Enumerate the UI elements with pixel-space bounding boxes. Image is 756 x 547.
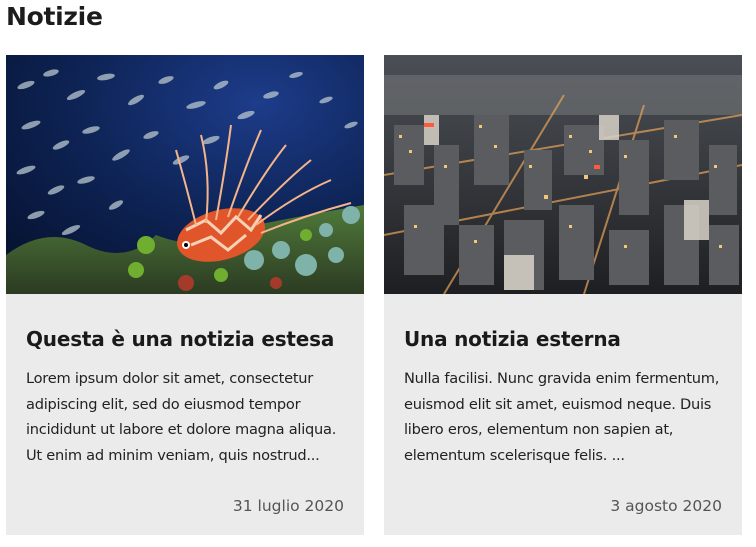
card-title[interactable]: Questa è una notizia estesa: [26, 324, 344, 354]
card-image-lionfish[interactable]: [6, 55, 364, 294]
card-excerpt: Lorem ipsum dolor sit amet, consectetur …: [26, 370, 337, 464]
card-date: 3 agosto 2020: [610, 497, 722, 515]
section-title: Notizie: [6, 2, 103, 31]
aerial-city-night-image: [384, 55, 742, 294]
card-body: Una notizia esterna Nulla facilisi. Nunc…: [384, 294, 742, 535]
news-section: Notizie Questa è una notizia estesa Lore…: [0, 0, 756, 547]
card-date: 31 luglio 2020: [232, 497, 344, 515]
news-card-1[interactable]: Questa è una notizia estesa Lorem ipsum …: [6, 55, 364, 535]
news-card-2[interactable]: Una notizia esterna Nulla facilisi. Nunc…: [384, 55, 742, 535]
card-image-city[interactable]: [384, 55, 742, 294]
lionfish-reef-image: [6, 55, 364, 294]
card-excerpt: Nulla facilisi. Nunc gravida enim fermen…: [404, 370, 720, 464]
card-body: Questa è una notizia estesa Lorem ipsum …: [6, 294, 364, 535]
card-title[interactable]: Una notizia esterna: [404, 324, 722, 354]
news-cards: Questa è una notizia estesa Lorem ipsum …: [6, 55, 746, 535]
